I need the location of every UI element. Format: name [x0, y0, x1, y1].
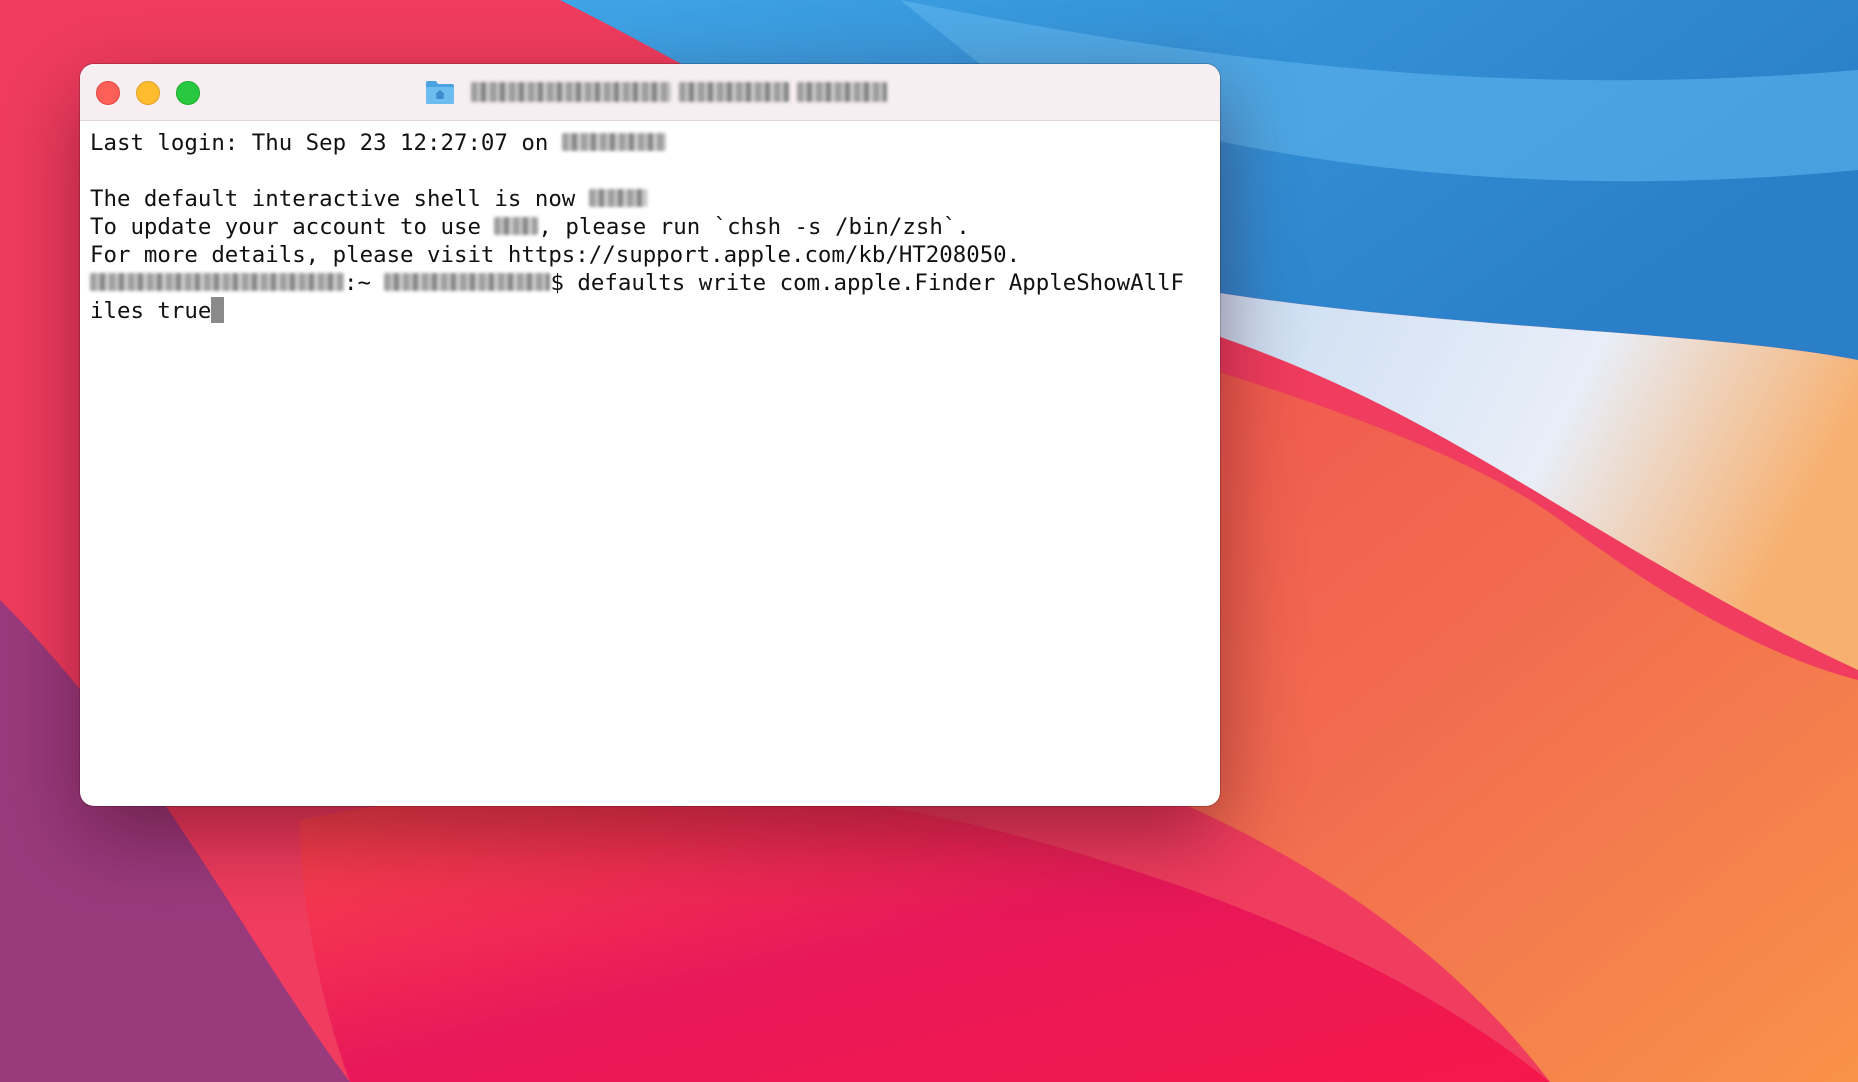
last-login-line: Last login: Thu Sep 23 12:27:07 on	[90, 129, 1210, 157]
command-text: defaults write com.apple.Finder AppleSho…	[563, 270, 1185, 296]
update-line: To update your account to use , please r…	[90, 213, 1210, 241]
last-login-text: Last login: Thu Sep 23 12:27:07 on	[90, 130, 549, 156]
window-title	[425, 77, 887, 107]
redacted-shell	[494, 216, 539, 235]
shell-notice-text: The default interactive shell is now	[90, 186, 576, 212]
redacted-hostname	[90, 272, 344, 291]
update-prefix-text: To update your account to use	[90, 214, 481, 240]
redacted-tty	[561, 132, 666, 151]
prompt-line: :~ $ defaults write com.apple.Finder App…	[90, 269, 1210, 297]
details-text: For more details, please visit https://s…	[90, 242, 1021, 268]
desktop: Last login: Thu Sep 23 12:27:07 on The d…	[0, 0, 1858, 1082]
title-bar[interactable]	[80, 64, 1220, 121]
terminal-window: Last login: Thu Sep 23 12:27:07 on The d…	[80, 64, 1220, 806]
close-button[interactable]	[96, 81, 120, 105]
text-cursor	[211, 296, 225, 323]
redacted-username	[384, 272, 551, 291]
shell-notice-line: The default interactive shell is now	[90, 185, 1210, 213]
prompt-symbol: $	[550, 270, 564, 296]
details-line: For more details, please visit https://s…	[90, 241, 1210, 269]
redacted-title-part	[471, 82, 671, 102]
terminal-content[interactable]: Last login: Thu Sep 23 12:27:07 on The d…	[80, 121, 1220, 325]
minimize-button[interactable]	[136, 81, 160, 105]
command-continuation-line: iles true	[90, 296, 1210, 325]
update-suffix-text: , please run `chsh -s /bin/zsh`.	[538, 214, 970, 240]
home-folder-icon	[426, 81, 454, 104]
prompt-separator: :~	[344, 270, 371, 296]
zoom-button[interactable]	[176, 81, 200, 105]
redacted-title-part	[797, 82, 887, 102]
redacted-shell	[588, 188, 647, 207]
command-continuation-text: iles true	[90, 298, 212, 324]
redacted-title-part	[679, 82, 789, 102]
